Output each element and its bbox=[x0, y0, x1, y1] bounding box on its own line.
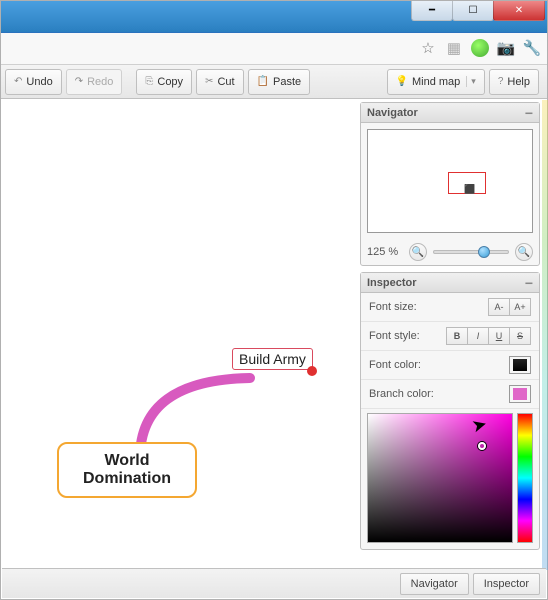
font-color-row: Font color: bbox=[361, 351, 539, 380]
hue-slider[interactable] bbox=[517, 413, 533, 543]
mindmap-menu-button[interactable]: 💡 Mind map ▾ bbox=[387, 69, 485, 95]
copy-button[interactable]: ⎘ Copy bbox=[136, 69, 192, 95]
font-style-label: Font style: bbox=[369, 330, 420, 342]
color-picker bbox=[367, 413, 533, 543]
mindmap-label: Mind map bbox=[412, 76, 460, 88]
bold-button[interactable]: B bbox=[446, 327, 468, 345]
copy-label: Copy bbox=[157, 76, 183, 88]
navigator-panel: Navigator − ⬛ 125 % 🔍 🔍 bbox=[360, 102, 540, 266]
font-size-decrease-button[interactable]: A- bbox=[488, 298, 510, 316]
address-bar: ☆ ▦ 📷 🔧 bbox=[1, 33, 547, 65]
status-bar: Navigator Inspector bbox=[2, 568, 546, 598]
font-size-label: Font size: bbox=[369, 301, 417, 313]
cut-label: Cut bbox=[217, 76, 234, 88]
branch-color-row: Branch color: bbox=[361, 380, 539, 409]
font-size-row: Font size: A- A+ bbox=[361, 293, 539, 322]
copy-icon: ⎘ bbox=[145, 76, 153, 87]
camera-icon[interactable]: 📷 bbox=[497, 39, 515, 57]
star-icon[interactable]: ☆ bbox=[419, 39, 437, 57]
chevron-down-icon: ▾ bbox=[466, 76, 476, 87]
redo-icon: ↷ bbox=[75, 76, 83, 87]
saturation-value-area[interactable] bbox=[367, 413, 513, 543]
font-color-label: Font color: bbox=[369, 359, 421, 371]
mindmap-canvas[interactable]: World Domination Build Army Navigator − … bbox=[2, 100, 546, 567]
browser-action-icons: ☆ ▦ 📷 🔧 bbox=[419, 39, 541, 57]
cut-icon: ✂ bbox=[205, 76, 213, 87]
color-picker-handle[interactable] bbox=[478, 442, 486, 450]
inspector-titlebar[interactable]: Inspector − bbox=[361, 273, 539, 293]
branch-color-swatch[interactable] bbox=[509, 385, 531, 403]
minimize-button[interactable]: ━ bbox=[411, 1, 453, 21]
zoom-slider-thumb[interactable] bbox=[478, 246, 490, 258]
window-controls: ━ ☐ ✕ bbox=[412, 1, 545, 21]
paste-label: Paste bbox=[273, 76, 301, 88]
navigator-titlebar[interactable]: Navigator − bbox=[361, 103, 539, 123]
paste-icon: 📋 bbox=[257, 76, 269, 87]
zoom-in-button[interactable]: 🔍 bbox=[515, 243, 533, 261]
zoom-value: 125 % bbox=[367, 246, 403, 258]
node-handle[interactable] bbox=[307, 366, 317, 376]
root-node-label: World Domination bbox=[59, 452, 195, 488]
main-toolbar: ↶ Undo ↷ Redo ⎘ Copy ✂ Cut 📋 Paste 💡 Mind map ▾… bbox=[1, 65, 547, 99]
child-node[interactable]: Build Army bbox=[232, 348, 313, 370]
cut-button[interactable]: ✂ Cut bbox=[196, 69, 244, 95]
wrench-icon[interactable]: 🔧 bbox=[523, 39, 541, 57]
undo-icon: ↶ bbox=[14, 76, 22, 87]
branch-color-label: Branch color: bbox=[369, 388, 434, 400]
window-border-decoration bbox=[542, 100, 548, 570]
zoom-controls: 125 % 🔍 🔍 bbox=[361, 239, 539, 267]
paste-button[interactable]: 📋 Paste bbox=[248, 69, 311, 95]
collapse-icon[interactable]: − bbox=[525, 278, 533, 288]
strike-button[interactable]: S bbox=[509, 327, 531, 345]
help-icon: ? bbox=[498, 76, 504, 87]
collapse-icon[interactable]: − bbox=[525, 108, 533, 118]
undo-button[interactable]: ↶ Undo bbox=[5, 69, 62, 95]
redo-button[interactable]: ↷ Redo bbox=[66, 69, 123, 95]
font-style-row: Font style: B I U S bbox=[361, 322, 539, 351]
zoom-out-button[interactable]: 🔍 bbox=[409, 243, 427, 261]
font-size-increase-button[interactable]: A+ bbox=[509, 298, 531, 316]
font-color-swatch[interactable] bbox=[509, 356, 531, 374]
redo-label: Redo bbox=[87, 76, 113, 88]
navigator-preview[interactable]: ⬛ bbox=[367, 129, 533, 233]
maximize-button[interactable]: ☐ bbox=[452, 1, 494, 21]
inspector-title: Inspector bbox=[367, 277, 417, 289]
close-button[interactable]: ✕ bbox=[493, 1, 545, 21]
undo-label: Undo bbox=[26, 76, 52, 88]
underline-button[interactable]: U bbox=[488, 327, 510, 345]
navigator-title: Navigator bbox=[367, 107, 418, 119]
help-button[interactable]: ?Help bbox=[489, 69, 539, 95]
child-node-label: Build Army bbox=[239, 351, 306, 367]
help-label: Help bbox=[507, 76, 530, 88]
window-titlebar: ━ ☐ ✕ bbox=[1, 1, 547, 33]
italic-button[interactable]: I bbox=[467, 327, 489, 345]
inspector-tab[interactable]: Inspector bbox=[473, 573, 540, 595]
inspector-panel: Inspector − Font size: A- A+ Font style:… bbox=[360, 272, 540, 550]
navigator-tab[interactable]: Navigator bbox=[400, 573, 469, 595]
root-node[interactable]: World Domination bbox=[57, 442, 197, 498]
grid-icon[interactable]: ▦ bbox=[445, 39, 463, 57]
minimap-content: ⬛ bbox=[464, 184, 475, 195]
presence-icon[interactable] bbox=[471, 39, 489, 57]
zoom-slider[interactable] bbox=[433, 250, 509, 254]
bulb-icon: 💡 bbox=[396, 76, 408, 87]
